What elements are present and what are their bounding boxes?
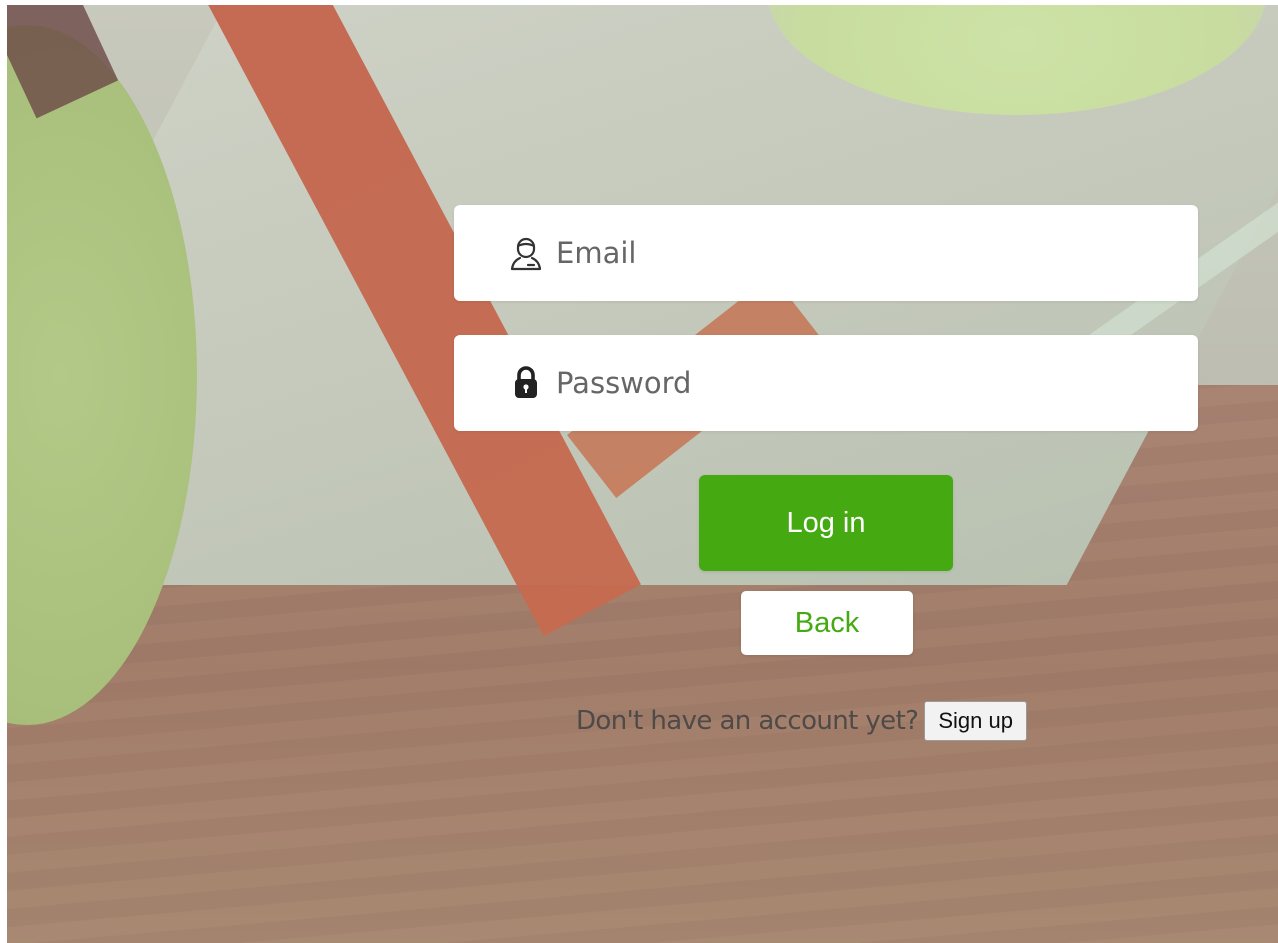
login-button[interactable]: Log in bbox=[699, 475, 953, 571]
user-icon bbox=[504, 231, 548, 275]
email-field-container[interactable] bbox=[454, 205, 1198, 301]
page-background: Log in Back Don't have an account yet? S… bbox=[7, 5, 1278, 943]
password-input[interactable] bbox=[556, 353, 1156, 413]
signup-prompt: Don't have an account yet? bbox=[576, 706, 919, 736]
lock-icon bbox=[504, 361, 548, 405]
signup-button[interactable]: Sign up bbox=[924, 701, 1027, 741]
email-input[interactable] bbox=[556, 223, 1156, 283]
password-field-container[interactable] bbox=[454, 335, 1198, 431]
back-button[interactable]: Back bbox=[741, 591, 913, 655]
signup-row: Don't have an account yet? Sign up bbox=[576, 700, 1027, 742]
